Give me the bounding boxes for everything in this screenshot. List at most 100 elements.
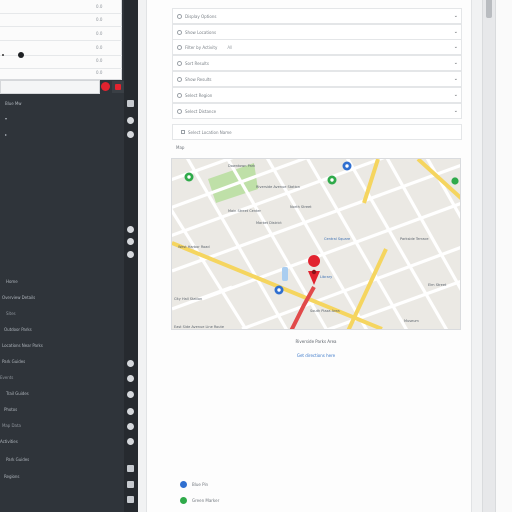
checkbox-icon[interactable] bbox=[181, 130, 185, 134]
sidebar-header-item[interactable]: ▾ bbox=[0, 115, 7, 121]
sidebar-item[interactable]: Outdoor Parks bbox=[0, 326, 32, 332]
location-search-box[interactable]: Select Location Name bbox=[172, 124, 462, 140]
sidebar-search-input[interactable] bbox=[0, 80, 100, 94]
sidebar-item[interactable]: Photos bbox=[0, 406, 17, 412]
divider bbox=[0, 26, 122, 27]
map-place-label: Market District bbox=[256, 221, 282, 225]
map-place-label: Parkside Terrace bbox=[400, 237, 429, 241]
record-stop-icon[interactable] bbox=[112, 81, 124, 93]
map-place-label: Museum bbox=[404, 319, 419, 323]
chevron-down-icon[interactable]: ⌄ bbox=[454, 60, 458, 66]
radio-icon[interactable] bbox=[177, 44, 182, 50]
list-icon[interactable] bbox=[127, 100, 134, 107]
info-icon[interactable] bbox=[127, 375, 134, 382]
map-place-label: North Street bbox=[290, 205, 312, 209]
sidebar-item[interactable]: Map Data bbox=[0, 422, 21, 428]
dropdown-value[interactable]: 0.0 bbox=[96, 45, 102, 50]
chevron-down-icon[interactable]: ⌄ bbox=[454, 13, 458, 19]
sidebar-item[interactable]: Events bbox=[0, 374, 13, 380]
info-icon[interactable] bbox=[127, 238, 134, 245]
record-icon[interactable] bbox=[101, 82, 110, 91]
filter-select-display[interactable]: Display Options ⌄ bbox=[172, 8, 462, 24]
page-scrollbar[interactable] bbox=[482, 0, 496, 512]
sidebar-item[interactable]: Sites bbox=[0, 310, 16, 316]
info-icon[interactable] bbox=[127, 408, 134, 415]
chevron-down-icon[interactable]: ⌄ bbox=[454, 44, 458, 50]
bullet-icon bbox=[2, 54, 4, 56]
sidebar-item[interactable]: Locations Near Parks bbox=[0, 342, 43, 348]
filter-select-region[interactable]: Select Region ⌄ bbox=[172, 87, 462, 103]
map-place-label: East Side Avenue Line Route bbox=[174, 325, 225, 329]
divider bbox=[0, 40, 122, 41]
map-caption-title: Riverside Parks Area bbox=[295, 339, 337, 344]
radio-icon[interactable] bbox=[177, 13, 182, 19]
map-canvas[interactable] bbox=[172, 159, 461, 330]
green-pin-icon bbox=[180, 496, 187, 504]
info-icon[interactable] bbox=[127, 423, 134, 430]
water-feature bbox=[282, 267, 288, 281]
settings-icon[interactable] bbox=[127, 117, 134, 124]
page-scrollbar-thumb[interactable] bbox=[486, 0, 492, 18]
map-place-label: Central Square bbox=[324, 237, 351, 241]
grid-icon[interactable] bbox=[127, 496, 134, 503]
info-icon[interactable] bbox=[127, 438, 134, 445]
sidebar-item[interactable]: Park Guides bbox=[0, 358, 25, 364]
divider bbox=[0, 13, 122, 14]
map-heading: Map bbox=[176, 145, 185, 150]
map-place-label: South Plaza Area bbox=[310, 309, 340, 313]
dropdown-value[interactable]: 0.0 bbox=[96, 70, 102, 75]
dropdown-value[interactable]: 0.0 bbox=[96, 31, 102, 36]
filter-select-results[interactable]: Show Results ⌄ bbox=[172, 71, 462, 87]
radio-icon[interactable] bbox=[177, 92, 182, 98]
chevron-down-icon[interactable]: ⌄ bbox=[454, 108, 458, 114]
info-icon[interactable] bbox=[127, 391, 134, 398]
sidebar-item[interactable]: Park Guides bbox=[0, 456, 29, 462]
chevron-down-icon[interactable]: ⌄ bbox=[454, 92, 458, 98]
map-place-label: Riverside Avenue Station bbox=[256, 185, 300, 189]
sidebar-item[interactable]: Overview Details bbox=[0, 294, 35, 300]
info-icon[interactable] bbox=[127, 360, 134, 367]
directions-link[interactable]: Get directions here bbox=[246, 353, 386, 358]
grid-icon[interactable] bbox=[127, 465, 134, 472]
radio-icon[interactable] bbox=[177, 108, 182, 114]
info-icon[interactable] bbox=[127, 226, 134, 233]
radio-icon[interactable] bbox=[177, 29, 182, 35]
sidebar-header-item[interactable]: ▸ bbox=[0, 131, 7, 137]
blue-pin-marker[interactable] bbox=[274, 285, 284, 295]
map-place-label: City Hall Station bbox=[174, 297, 203, 301]
sidebar-item[interactable]: Activities bbox=[0, 438, 18, 444]
refresh-icon[interactable] bbox=[127, 131, 134, 138]
dropdown-value[interactable]: 0.0 bbox=[96, 58, 102, 63]
map-view[interactable]: Downtown Park Riverside Avenue Station M… bbox=[171, 158, 461, 330]
dropdown-value[interactable]: 0.0 bbox=[96, 4, 102, 9]
filter-select-activity[interactable]: Filter by Activity All ⌄ bbox=[172, 39, 462, 55]
filter-select-distance[interactable]: Select Distance ⌄ bbox=[172, 103, 462, 119]
chevron-down-icon[interactable]: ⌄ bbox=[454, 76, 458, 82]
map-place-label: Main Street Center bbox=[228, 209, 261, 213]
sidebar-item[interactable]: Trail Guides bbox=[0, 390, 29, 396]
dropdown-panel: 0.0 0.0 0.0 0.0 0.0 0.0 bbox=[0, 0, 122, 80]
filter-select-locations[interactable]: Show Locations ⌄ bbox=[172, 24, 462, 40]
green-pin-marker[interactable] bbox=[451, 177, 459, 185]
blue-pin-marker[interactable] bbox=[342, 161, 352, 171]
info-icon[interactable] bbox=[127, 251, 134, 258]
green-pin-marker[interactable] bbox=[184, 172, 194, 182]
sidebar-header-item[interactable]: Blue Mw bbox=[0, 100, 22, 106]
sidebar-item[interactable]: Home bbox=[0, 278, 18, 284]
right-gutter bbox=[496, 0, 512, 512]
legend-item: Green Marker bbox=[180, 496, 219, 504]
chevron-down-icon[interactable]: ⌄ bbox=[454, 29, 458, 35]
legend-item: Blue Pin bbox=[180, 480, 208, 488]
map-place-label: Elm Street bbox=[428, 283, 447, 287]
slider-handle[interactable] bbox=[18, 52, 24, 58]
map-place-label: Downtown Park bbox=[228, 164, 256, 168]
divider bbox=[0, 68, 122, 69]
filter-select-sort[interactable]: Sort Results ⌄ bbox=[172, 55, 462, 71]
radio-icon[interactable] bbox=[177, 60, 182, 66]
grid-icon[interactable] bbox=[127, 481, 134, 488]
sidebar-item[interactable]: Regions bbox=[0, 473, 19, 479]
green-pin-marker[interactable] bbox=[327, 175, 337, 185]
dropdown-value[interactable]: 0.0 bbox=[96, 17, 102, 22]
radio-icon[interactable] bbox=[177, 76, 182, 82]
blue-pin-icon bbox=[180, 480, 187, 488]
